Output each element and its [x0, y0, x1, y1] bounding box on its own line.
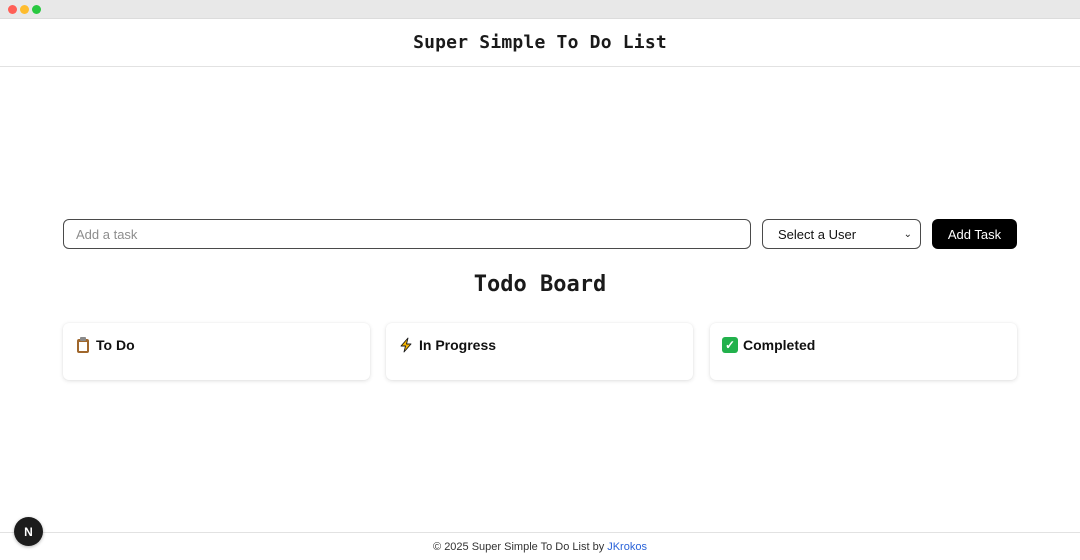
app-title: Super Simple To Do List — [413, 32, 667, 53]
column-header: To Do — [75, 337, 358, 353]
dev-tools-badge[interactable]: N — [14, 517, 43, 546]
add-task-button[interactable]: Add Task — [932, 219, 1017, 249]
footer-author-link[interactable]: JKrokos — [607, 541, 647, 553]
lightning-icon — [398, 337, 414, 353]
footer-text: © 2025 Super Simple To Do List by — [433, 540, 605, 553]
check-mark-icon: ✓ — [722, 337, 738, 353]
column-title: Completed — [743, 337, 816, 353]
clipboard-icon — [75, 337, 91, 353]
column-to-do: To Do — [63, 323, 370, 380]
app-header: Super Simple To Do List — [0, 19, 1080, 67]
minimize-window-button[interactable] — [20, 5, 29, 14]
add-task-form: Select a User ⌄ Add Task — [63, 219, 1017, 249]
column-completed: ✓ Completed — [710, 323, 1017, 380]
maximize-window-button[interactable] — [32, 5, 41, 14]
column-title: In Progress — [419, 337, 497, 353]
column-title: To Do — [96, 337, 135, 353]
column-header: In Progress — [398, 337, 681, 353]
column-header: ✓ Completed — [722, 337, 1005, 353]
app-footer: © 2025 Super Simple To Do List by JKroko… — [0, 532, 1080, 560]
close-window-button[interactable] — [8, 5, 17, 14]
window-titlebar — [0, 0, 1080, 19]
task-input[interactable] — [63, 219, 751, 249]
column-in-progress: In Progress — [386, 323, 693, 380]
chevron-down-icon: ⌄ — [903, 228, 912, 240]
user-select-value: Select a User — [778, 226, 857, 242]
user-select[interactable]: Select a User ⌄ — [762, 219, 921, 249]
board-title: Todo Board — [473, 272, 607, 297]
